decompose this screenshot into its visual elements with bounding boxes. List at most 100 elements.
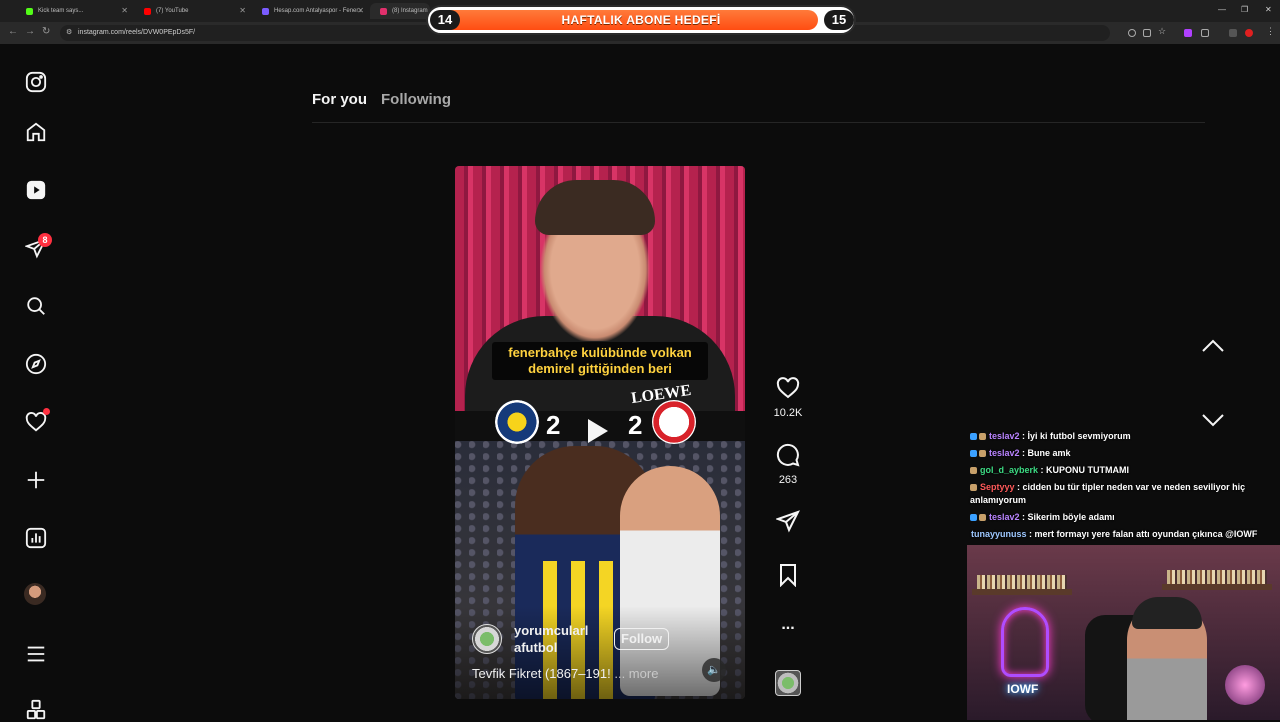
explore-icon[interactable] xyxy=(24,352,48,376)
subscriber-badge-icon xyxy=(970,433,977,440)
home-icon[interactable] xyxy=(24,120,48,144)
reel-video[interactable]: fenerbahçe kulübünde volkan demirel gitt… xyxy=(455,166,745,699)
reel-author-username[interactable]: yorumcularl afutbol xyxy=(514,622,614,656)
unread-messages-badge: 8 xyxy=(38,233,52,247)
neon-sign-label: IOWF xyxy=(1007,682,1039,696)
tab-for-you[interactable]: For you xyxy=(312,91,367,108)
chat-text: : mert formayı yere falan attı oyundan ç… xyxy=(1029,529,1258,539)
chat-message: tunayyunuss : mert formayı yere falan at… xyxy=(970,528,1270,541)
extensions-puzzle-icon[interactable] xyxy=(1201,29,1209,37)
next-reel-chevron-down-icon[interactable] xyxy=(1200,410,1226,430)
stream-chat-overlay: teslav2 : İyi ki futbol sevmiyorum tesla… xyxy=(970,430,1270,545)
back-icon[interactable]: ← xyxy=(8,26,18,37)
reload-icon[interactable]: ↻ xyxy=(42,26,50,37)
profile-avatar[interactable] xyxy=(24,583,46,605)
like-heart-icon[interactable] xyxy=(775,375,801,401)
chat-username: tunayyunuss xyxy=(971,529,1027,539)
cast-icon[interactable] xyxy=(1143,29,1151,37)
original-audio-thumbnail[interactable] xyxy=(775,670,801,696)
chat-text: : KUPONU TUTMAMI xyxy=(1040,465,1130,475)
minimize-icon[interactable]: — xyxy=(1218,5,1226,14)
subscriber-badge-icon xyxy=(970,514,977,521)
also-from-meta-icon[interactable] xyxy=(24,698,48,722)
close-window-icon[interactable]: ✕ xyxy=(1265,5,1272,14)
streamer-webcam: IOWF xyxy=(967,545,1280,720)
reel-author-avatar[interactable] xyxy=(472,624,502,654)
more-menu-icon[interactable] xyxy=(24,642,48,666)
feed-divider xyxy=(312,122,1205,123)
chat-badge-icon xyxy=(979,514,986,521)
away-score: 2 xyxy=(628,410,643,440)
goal-target: 15 xyxy=(824,10,854,30)
youtube-icon xyxy=(144,8,151,15)
chat-username: teslav2 xyxy=(989,512,1020,522)
browser-tab-title: (7) YouTube xyxy=(156,8,189,14)
follow-button[interactable]: Follow xyxy=(614,628,670,650)
chat-message: teslav2 : İyi ki futbol sevmiyorum xyxy=(970,430,1270,443)
close-tab-icon[interactable]: ✕ xyxy=(121,6,128,15)
close-tab-icon[interactable]: ✕ xyxy=(239,6,246,15)
chat-badge-icon xyxy=(970,467,977,474)
share-icon[interactable] xyxy=(775,508,801,534)
extension-icon[interactable] xyxy=(1229,29,1237,37)
forward-icon[interactable]: → xyxy=(25,26,35,37)
comment-icon[interactable] xyxy=(775,442,801,468)
chat-username: teslav2 xyxy=(989,448,1020,458)
tab-following[interactable]: Following xyxy=(381,91,451,108)
like-count: 10.2K xyxy=(773,407,803,419)
bookshelf xyxy=(1167,570,1267,584)
extension-icon[interactable] xyxy=(1184,29,1192,37)
goal-title: HAFTALIK ABONE HEDEFİ xyxy=(561,13,721,27)
mute-toggle-icon[interactable]: 🔈 xyxy=(702,658,726,682)
browser-tab-title: Hesap.com Antalyaspor - Fener... xyxy=(274,8,364,14)
reels-icon[interactable] xyxy=(24,178,48,202)
reel-description-text: Tevfik Fikret (1867–191! xyxy=(472,666,611,681)
profile-icon[interactable] xyxy=(1245,29,1253,37)
browser-tab[interactable]: Kick team says... ✕ xyxy=(16,3,134,19)
presenter-hair xyxy=(535,180,655,235)
save-bookmark-icon[interactable] xyxy=(775,562,801,588)
bookmark-star-icon[interactable]: ☆ xyxy=(1158,26,1166,36)
chat-badge-icon xyxy=(970,484,977,491)
site-info-icon[interactable]: ⚙ xyxy=(66,25,72,41)
chat-message: gol_d_ayberk : KUPONU TUTMAMI xyxy=(970,464,1270,477)
browser-tab[interactable]: (7) YouTube ✕ xyxy=(134,3,252,19)
shelf xyxy=(972,589,1072,595)
page-favicon-icon xyxy=(262,8,269,15)
search-icon[interactable] xyxy=(24,294,48,318)
close-tab-icon[interactable]: ✕ xyxy=(357,6,364,15)
browser-menu-icon[interactable]: ⋮ xyxy=(1266,26,1275,36)
zoom-icon[interactable] xyxy=(1128,29,1136,37)
chat-text: : İyi ki futbol sevmiyorum xyxy=(1022,431,1131,441)
antalyaspor-crest xyxy=(652,400,696,444)
dashboard-icon[interactable] xyxy=(24,526,48,550)
chat-username: gol_d_ayberk xyxy=(980,465,1039,475)
chat-username: Septyyy xyxy=(980,482,1015,492)
play-icon[interactable] xyxy=(588,419,608,443)
create-icon[interactable] xyxy=(24,468,48,492)
restore-icon[interactable]: ❐ xyxy=(1241,5,1248,14)
goal-current: 14 xyxy=(430,10,460,30)
home-score: 2 xyxy=(546,410,561,440)
bookshelf xyxy=(977,575,1067,589)
chat-text: : Bune amk xyxy=(1022,448,1071,458)
browser-tab-title: (8) Instagram xyxy=(392,8,428,14)
chat-message: teslav2 : Bune amk xyxy=(970,447,1270,460)
streamer-beanie xyxy=(1132,597,1202,629)
browser-tab[interactable]: Hesap.com Antalyaspor - Fener... ✕ xyxy=(252,3,370,19)
subscriber-goal-banner: HAFTALIK ABONE HEDEFİ 14 15 xyxy=(426,5,856,35)
notification-dot xyxy=(43,408,50,415)
url-text: instagram.com/reels/DVW0PEpDs5F/ xyxy=(78,29,196,36)
neon-sign xyxy=(1001,607,1049,677)
reel-description: Tevfik Fikret (1867–191! ... more xyxy=(472,666,658,681)
instagram-logo-icon[interactable] xyxy=(24,70,48,94)
chat-badge-icon xyxy=(979,450,986,457)
video-caption: fenerbahçe kulübünde volkan demirel gitt… xyxy=(492,342,708,380)
more-link[interactable]: ... more xyxy=(614,666,658,681)
browser-tab-active[interactable]: (8) Instagram xyxy=(370,3,430,19)
previous-reel-chevron-up-icon[interactable] xyxy=(1200,336,1226,356)
more-options-icon[interactable]: ... xyxy=(775,612,801,638)
chat-username: teslav2 xyxy=(989,431,1020,441)
subscriber-badge-icon xyxy=(970,450,977,457)
comment-count: 263 xyxy=(778,474,798,486)
